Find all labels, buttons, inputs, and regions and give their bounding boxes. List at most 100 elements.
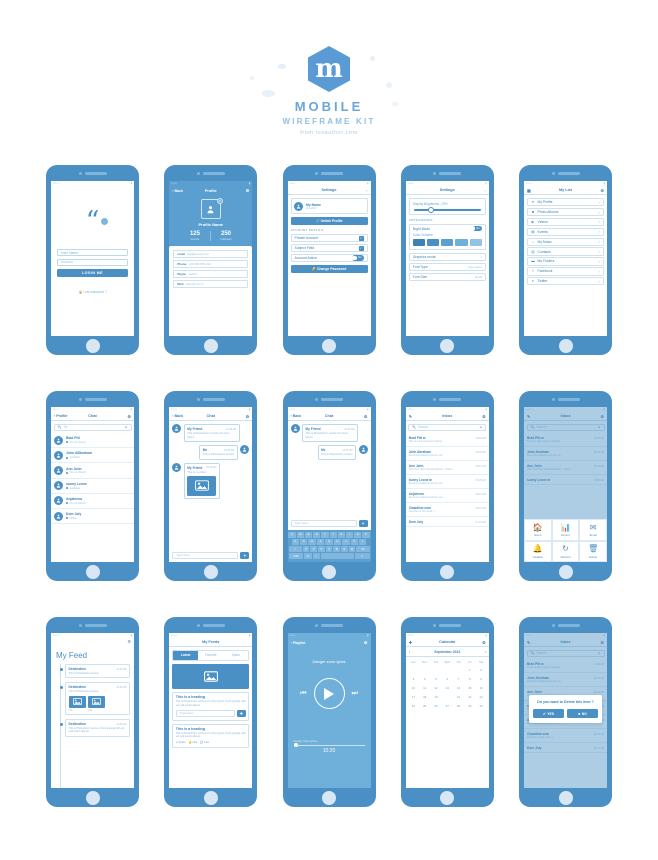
calendar-day[interactable]: 7	[453, 675, 464, 683]
sidebar-item-photo-albums[interactable]: ■ Photo Albums ›	[527, 207, 604, 217]
share-button[interactable]: ➦ Share	[176, 741, 186, 744]
sidebar-item-videos[interactable]: ▶ Videos ›	[527, 217, 604, 227]
key-x[interactable]: X	[310, 546, 318, 553]
search-input[interactable]: 🔍 Search ◉	[408, 423, 487, 431]
setting-account-active[interactable]: Account Active No	[290, 254, 368, 262]
calendar-day[interactable]: 14	[453, 684, 464, 692]
calendar-day[interactable]: 9	[475, 675, 486, 683]
detail-row-skype[interactable]: Skype me007	[173, 270, 249, 278]
calendar-day[interactable]: 1	[464, 666, 475, 674]
list-item[interactable]: Dom Joly 07.15 AM	[405, 517, 489, 528]
home-button[interactable]	[203, 564, 218, 579]
gear-icon[interactable]: ⚙	[246, 188, 250, 193]
calendar-day[interactable]: 28	[453, 702, 464, 710]
calendar-day[interactable]: 13	[442, 684, 453, 692]
calendar-day[interactable]: 2	[475, 666, 486, 674]
back-button[interactable]: ‹ Playlist	[291, 641, 306, 645]
tab-latest[interactable]: Latest	[173, 651, 199, 660]
calendar-day[interactable]: 27	[442, 702, 453, 710]
setting-subject-field[interactable]: Subject Field ✓	[290, 244, 368, 252]
detail-row-phone[interactable]: Phone +99 999 555 222	[173, 260, 249, 268]
calendar-day-selected[interactable]: 20	[442, 693, 453, 701]
key-p[interactable]: P	[362, 531, 370, 538]
feed-card[interactable]: Destination 10:30 AM This is Photoshop's …	[59, 664, 130, 679]
key-a[interactable]: A	[291, 538, 299, 545]
key-g[interactable]: G	[325, 538, 333, 545]
calendar-day[interactable]: 8	[464, 675, 475, 683]
home-button[interactable]	[558, 564, 573, 579]
key-y[interactable]: Y	[329, 531, 337, 538]
calendar-day[interactable]: 23	[475, 693, 486, 701]
color-swatches[interactable]	[412, 238, 482, 246]
gear-icon[interactable]: ⚙	[482, 414, 486, 419]
home-button[interactable]	[322, 790, 336, 805]
lost-password-link[interactable]: 🔒 Lost password ?	[51, 290, 134, 294]
message-bubble[interactable]: My Friend 10:30 AM This is Photoshop's ve…	[183, 424, 240, 442]
home-button[interactable]	[558, 338, 573, 353]
calendar-day[interactable]: 4	[419, 675, 430, 683]
sidebar-item-facebook[interactable]: f Facebook ›	[527, 267, 604, 276]
key-b[interactable]: B	[333, 546, 340, 553]
action-updates[interactable]: 🔔 Updates	[524, 540, 552, 562]
search-input[interactable]: 🔍 Se ◉	[53, 423, 132, 431]
back-button[interactable]: ‹ Back	[291, 414, 302, 418]
swatch-2[interactable]	[426, 238, 440, 246]
home-button[interactable]	[440, 564, 455, 579]
setting-font-type[interactable]: Font Type Open Sans	[408, 262, 486, 271]
setting-font-size[interactable]: Font Size Small	[408, 272, 486, 281]
username-input[interactable]: User Name	[57, 249, 128, 256]
detail-row-email[interactable]: email mail@email.com	[173, 250, 249, 258]
toggle-switch[interactable]: No	[469, 225, 482, 232]
password-input[interactable]: ••••••••••	[57, 258, 128, 266]
key-z[interactable]: Z	[302, 546, 310, 553]
sidebar-item-my-folders[interactable]: ▬ My Folders ›	[527, 257, 604, 266]
seek-slider[interactable]	[293, 743, 365, 748]
gear-icon[interactable]: ⚙	[364, 640, 368, 645]
calendar-day[interactable]: 6	[442, 675, 453, 683]
back-button[interactable]: ‹ Back	[172, 414, 183, 418]
message-photo[interactable]	[187, 475, 217, 496]
calendar-day[interactable]: 26	[430, 702, 441, 710]
shift-key[interactable]: ⇧	[288, 546, 302, 553]
calendar-day[interactable]: 19	[430, 693, 441, 701]
gear-icon[interactable]: ⚙	[364, 414, 368, 419]
list-item[interactable]: sunny Leone ✉ 08.05 AM Recommendations jus…	[405, 475, 489, 489]
action-email[interactable]: ✉ Email	[579, 519, 607, 541]
clear-icon[interactable]: ◉	[479, 425, 482, 429]
gear-icon[interactable]: ⚙	[127, 414, 131, 419]
numbers-key[interactable]: ?123	[288, 553, 304, 560]
change-password-button[interactable]: 🔑 Change Password	[290, 265, 368, 273]
brightness-slider[interactable]	[413, 206, 481, 213]
home-button[interactable]	[322, 564, 336, 579]
emoji-icon[interactable]: ☺	[312, 553, 320, 560]
add-icon[interactable]: ✚	[409, 640, 412, 645]
space-key[interactable]	[320, 553, 354, 560]
key-q[interactable]: Q	[288, 531, 296, 538]
list-item[interactable]: Blad Pitt Do not disturb	[51, 433, 134, 449]
calendar-day[interactable]: 15	[464, 684, 475, 692]
yes-button[interactable]: ✔ YES	[533, 709, 564, 719]
calendar-day[interactable]: 21	[453, 693, 464, 701]
list-item[interactable]: Ann John Do not disturb	[51, 463, 134, 479]
slider-knob[interactable]	[428, 206, 435, 213]
calendar-day[interactable]: 25	[419, 702, 430, 710]
gear-icon[interactable]: ⚙	[600, 188, 604, 193]
key-f[interactable]: F	[316, 538, 325, 545]
backspace-key[interactable]: ⌫	[356, 546, 370, 553]
home-button[interactable]	[203, 338, 218, 353]
calendar-day[interactable]: 3	[408, 675, 419, 683]
list-item[interactable]: Ciaauthor.com 08.13 AM Freebies of this we…	[405, 503, 489, 517]
calendar-day[interactable]: 17	[408, 693, 419, 701]
list-item[interactable]: John ABbraham Available	[51, 448, 134, 464]
key-c[interactable]: C	[318, 546, 325, 553]
chevron-down-icon[interactable]: ›	[366, 188, 367, 193]
send-button[interactable]: ✦	[358, 519, 368, 527]
calendar-day[interactable]: 10	[408, 684, 419, 692]
action-report[interactable]: 📊 Report	[551, 519, 580, 541]
thumbnail[interactable]: Like	[88, 695, 105, 712]
home-button[interactable]	[203, 790, 218, 805]
sidebar-item-my-music[interactable]: ♪ My Music ›	[527, 237, 604, 246]
sidebar-item-my-profile[interactable]: ● My Profile ›	[527, 198, 604, 207]
toggle-switch[interactable]: No	[351, 255, 364, 261]
key-k[interactable]: K	[350, 538, 359, 545]
